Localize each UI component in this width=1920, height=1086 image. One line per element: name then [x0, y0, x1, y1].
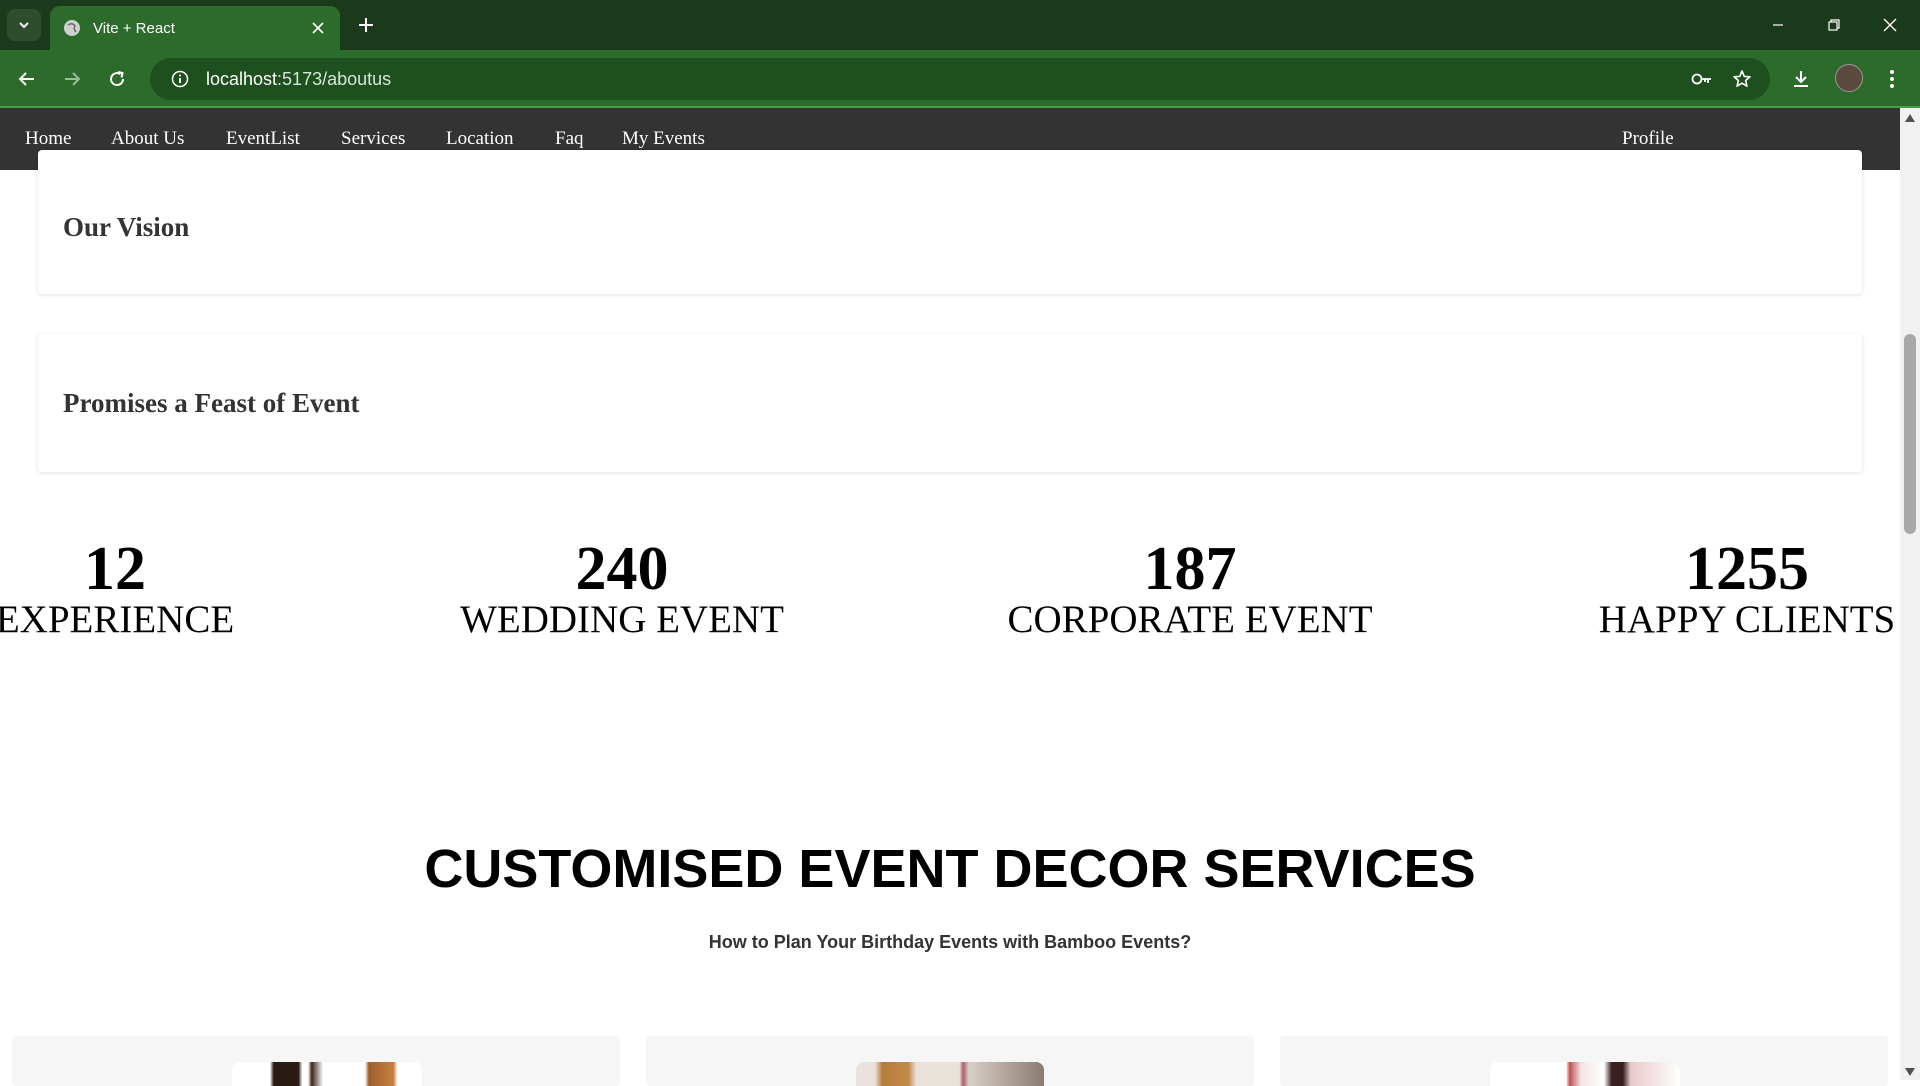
- download-icon: [1794, 71, 1808, 87]
- nav-about-us[interactable]: About Us: [111, 128, 184, 150]
- restore-button[interactable]: [1806, 0, 1862, 50]
- arrow-left-icon: [18, 72, 34, 86]
- stat-value: 1255: [1685, 535, 1809, 603]
- scrollbar-thumb[interactable]: [1904, 334, 1916, 534]
- stat-experience: 12 EXPERIENCE: [0, 538, 240, 642]
- restore-icon: [1828, 19, 1840, 31]
- stat-wedding-event: 240 WEDDING EVENT: [452, 538, 792, 642]
- service-image: [232, 1062, 422, 1086]
- minimize-button[interactable]: [1750, 0, 1806, 50]
- arrow-right-icon: [65, 72, 81, 86]
- decor-services-title: CUSTOMISED EVENT DECOR SERVICES: [424, 839, 1476, 899]
- stat-value: 187: [1143, 535, 1237, 603]
- stat-happy-clients: 1255 HAPPY CLIENTS: [1587, 538, 1907, 642]
- scroll-down-arrow-icon[interactable]: [1905, 1068, 1915, 1076]
- stat-value: 12: [84, 535, 146, 603]
- address-bar[interactable]: localhost:5173/aboutus: [150, 58, 1770, 100]
- service-image: [1490, 1062, 1680, 1086]
- info-icon[interactable]: [160, 70, 200, 88]
- promise-title: Promises a Feast of Event: [63, 388, 360, 418]
- url-path: :5173/aboutus: [277, 68, 392, 89]
- kebab-menu-icon: [1890, 70, 1894, 88]
- tab-close-icon[interactable]: [304, 14, 332, 42]
- back-button[interactable]: [9, 61, 45, 97]
- profile-avatar[interactable]: [1835, 64, 1863, 92]
- browser-tab[interactable]: Vite + React: [50, 6, 340, 50]
- nav-faq[interactable]: Faq: [555, 128, 584, 150]
- nav-location[interactable]: Location: [446, 128, 514, 150]
- stat-value: 240: [575, 535, 669, 603]
- reload-button[interactable]: [99, 61, 135, 97]
- plus-icon: [359, 18, 373, 32]
- nav-home[interactable]: Home: [25, 128, 71, 150]
- tab-search-button[interactable]: [7, 9, 41, 41]
- password-key-icon[interactable]: [1682, 59, 1722, 99]
- stat-label: WEDDING EVENT: [460, 598, 784, 641]
- nav-profile[interactable]: Profile: [1622, 128, 1674, 150]
- globe-icon: [63, 19, 81, 37]
- stat-corporate-event: 187 CORPORATE EVENT: [1000, 538, 1380, 642]
- service-card[interactable]: [646, 1036, 1254, 1086]
- stat-label: EXPERIENCE: [0, 598, 235, 641]
- service-card[interactable]: [1280, 1036, 1888, 1086]
- scroll-up-arrow-icon[interactable]: [1905, 114, 1915, 122]
- tab-title: Vite + React: [93, 19, 175, 37]
- browser-menu-button[interactable]: [1874, 61, 1910, 97]
- reload-icon: [110, 71, 125, 87]
- close-icon: [1883, 18, 1897, 32]
- decor-services-subtitle: How to Plan Your Birthday Events with Ba…: [708, 932, 1192, 952]
- vision-title: Our Vision: [63, 212, 190, 242]
- service-image: [856, 1062, 1044, 1086]
- forward-button[interactable]: [54, 61, 90, 97]
- chevron-down-icon: [19, 22, 29, 29]
- downloads-button[interactable]: [1783, 61, 1819, 97]
- close-window-button[interactable]: [1862, 0, 1918, 50]
- star-icon[interactable]: [1722, 59, 1762, 99]
- new-tab-button[interactable]: [350, 9, 382, 41]
- minimize-icon: [1773, 24, 1783, 26]
- nav-my-events[interactable]: My Events: [622, 128, 705, 150]
- stat-label: HAPPY CLIENTS: [1598, 598, 1896, 641]
- browser-toolbar: localhost:5173/aboutus: [0, 50, 1920, 108]
- nav-services[interactable]: Services: [341, 128, 405, 150]
- url-host: localhost: [206, 68, 278, 89]
- vision-card: Our Vision: [38, 150, 1862, 294]
- stat-label: CORPORATE EVENT: [1007, 598, 1373, 641]
- promise-card: Promises a Feast of Event: [38, 334, 1862, 472]
- url-text: localhost:5173/aboutus: [206, 69, 1682, 90]
- nav-eventlist[interactable]: EventList: [226, 128, 300, 150]
- service-card[interactable]: [12, 1036, 620, 1086]
- browser-tab-strip: Vite + React: [0, 0, 1920, 50]
